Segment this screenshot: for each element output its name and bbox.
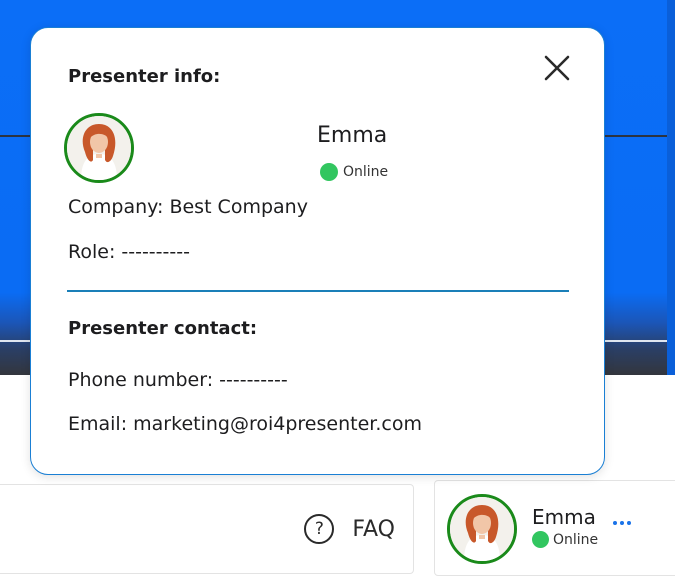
presenter-status: Online — [532, 531, 598, 548]
presenter-info-heading: Presenter info: — [68, 66, 221, 87]
presenter-info-popup: Presenter info: Emma Online Company: Bes… — [30, 27, 605, 475]
presenter-status-label: Online — [553, 531, 599, 548]
company-field: Company: Best Company — [68, 196, 308, 218]
presenter-photo — [67, 116, 131, 180]
section-divider — [67, 290, 569, 292]
email-field[interactable]: Email: marketing@roi4presenter.com — [68, 413, 422, 435]
close-button[interactable] — [541, 52, 573, 84]
faq-button[interactable]: ? FAQ — [304, 511, 395, 547]
more-dots-icon — [620, 521, 624, 525]
online-dot-icon — [320, 163, 338, 181]
role-field: Role: ---------- — [68, 241, 190, 263]
popup-presenter-name: Emma — [317, 123, 388, 148]
presenter-photo — [450, 497, 514, 561]
presenter-avatar[interactable] — [447, 494, 517, 564]
bottom-toolbar: ? FAQ — [0, 484, 414, 574]
presenter-contact-heading: Presenter contact: — [68, 318, 258, 339]
online-dot-icon — [532, 531, 549, 548]
presenter-avatar — [64, 113, 134, 183]
presenter-name: Emma — [532, 505, 596, 529]
more-dots-icon — [627, 521, 631, 525]
popup-presenter-status: Online — [320, 163, 388, 181]
more-options-button[interactable] — [613, 521, 631, 525]
close-icon — [544, 55, 570, 81]
question-circle-icon: ? — [304, 514, 335, 544]
phone-field: Phone number: ---------- — [68, 369, 288, 391]
more-dots-icon — [613, 521, 617, 525]
faq-label: FAQ — [352, 516, 395, 542]
background-scrollbar — [667, 0, 675, 375]
presenter-card[interactable]: Emma Online — [434, 480, 675, 576]
popup-status-label: Online — [343, 164, 389, 180]
